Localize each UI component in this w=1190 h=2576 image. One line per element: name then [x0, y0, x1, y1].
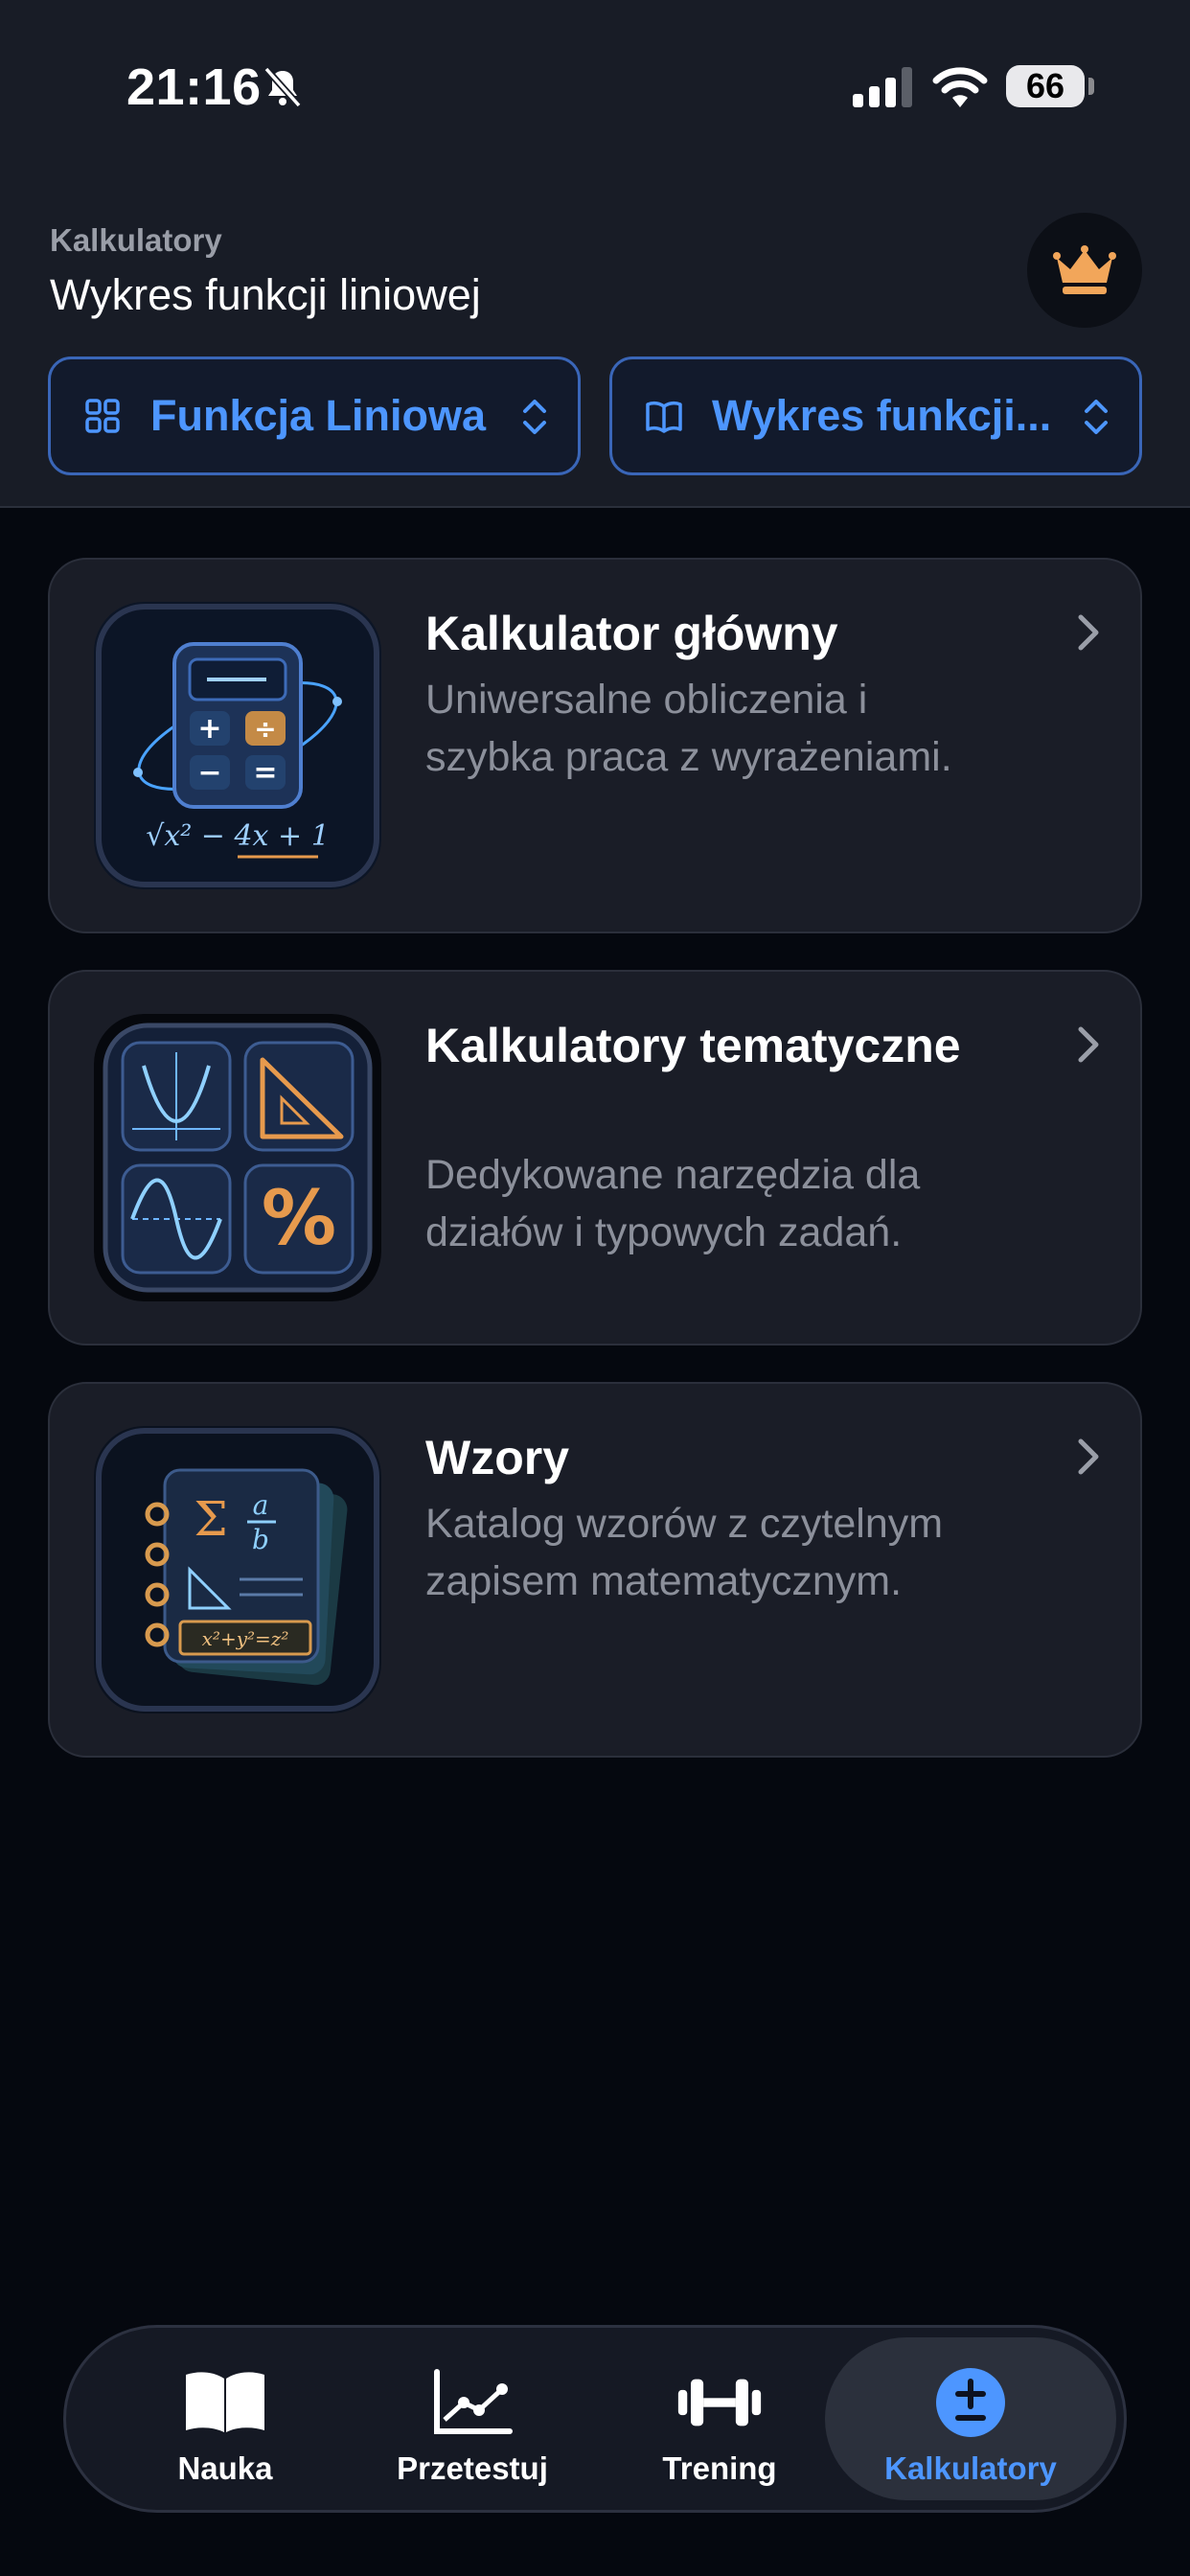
tab-bar: Nauka Przetestuj Trening Kalkulatory	[63, 2325, 1127, 2513]
battery-icon: 66	[1006, 65, 1085, 107]
chevron-right-icon	[1078, 1438, 1099, 1475]
percent-symbol: %	[262, 1176, 336, 1262]
status-time: 21:16	[126, 58, 262, 116]
calculator-icon: + ÷ − = √x² − 4x + 1	[94, 602, 381, 889]
chevron-right-icon	[1078, 1026, 1099, 1063]
crown-icon	[1053, 245, 1116, 294]
svg-text:+: +	[197, 712, 221, 746]
grid-icon	[85, 399, 120, 433]
tab-trening[interactable]: Trening	[595, 2328, 844, 2510]
card-main-calculator[interactable]: + ÷ − = √x² − 4x + 1 Kalkulator główny U…	[48, 558, 1142, 933]
topic-picker-label: Funkcja Liniowa	[150, 391, 487, 440]
battery-level: 66	[1025, 66, 1065, 105]
book-open-icon	[186, 2372, 264, 2432]
lesson-picker[interactable]: Wykres funkcji...	[609, 356, 1142, 475]
dumbbell-icon	[677, 2379, 762, 2426]
breadcrumb: Kalkulatory	[50, 222, 222, 258]
book-icon	[646, 401, 682, 433]
tab-label: Kalkulatory	[884, 2450, 1057, 2486]
topic-picker[interactable]: Funkcja Liniowa	[48, 356, 581, 475]
svg-text:÷: ÷	[254, 713, 276, 745]
topic-tools-icon: %	[94, 1014, 381, 1301]
plus-minus-icon	[936, 2368, 1005, 2437]
fraction-numerator: a	[253, 1489, 269, 1521]
card-formulas[interactable]: Σ a b x²+y²=z² Wzory Katalog wzorów z cz…	[48, 1382, 1142, 1758]
svg-text:=: =	[253, 756, 277, 790]
card-title: Kalkulator główny	[425, 607, 838, 660]
formula-book-icon: Σ a b x²+y²=z²	[94, 1426, 381, 1714]
card-description: Dedykowane narzędzia dla działów i typow…	[425, 1152, 921, 1255]
card-title: Kalkulatory tematyczne	[425, 1019, 961, 1072]
card-description: Uniwersalne obliczenia i szybka praca z …	[425, 677, 952, 780]
tab-label: Trening	[662, 2450, 777, 2486]
tab-label: Nauka	[177, 2450, 273, 2486]
tab-label: Przetestuj	[397, 2450, 548, 2486]
chevron-right-icon	[1078, 614, 1099, 651]
battery-cap	[1088, 78, 1094, 95]
svg-text:−: −	[197, 756, 221, 790]
tab-nauka[interactable]: Nauka	[101, 2328, 350, 2510]
fraction-denominator: b	[252, 1524, 269, 1555]
chevron-up-down-icon	[523, 400, 546, 434]
formula-label: √x² − 4x + 1	[146, 819, 330, 853]
card-description: Katalog wzorów z czytelnym zapisem matem…	[425, 1501, 944, 1604]
wifi-icon	[932, 67, 988, 107]
cellular-signal-icon	[853, 67, 912, 107]
card-title: Wzory	[425, 1431, 569, 1484]
chart-line-icon	[434, 2369, 513, 2434]
card-topic-calculators[interactable]: % Kalkulatory tematyczne Dedykowane narz…	[48, 970, 1142, 1346]
chevron-up-down-icon	[1085, 400, 1108, 434]
bell-slash-icon	[263, 66, 302, 108]
lesson-picker-label: Wykres funkcji...	[712, 391, 1052, 440]
page-title: Wykres funkcji liniowej	[50, 270, 481, 319]
premium-button[interactable]	[1027, 213, 1142, 328]
formula-label: x²+y²=z²	[202, 1627, 289, 1650]
tab-przetestuj[interactable]: Przetestuj	[348, 2328, 597, 2510]
sigma-symbol: Σ	[194, 1491, 227, 1547]
tab-kalkulatory[interactable]: Kalkulatory	[846, 2328, 1095, 2510]
